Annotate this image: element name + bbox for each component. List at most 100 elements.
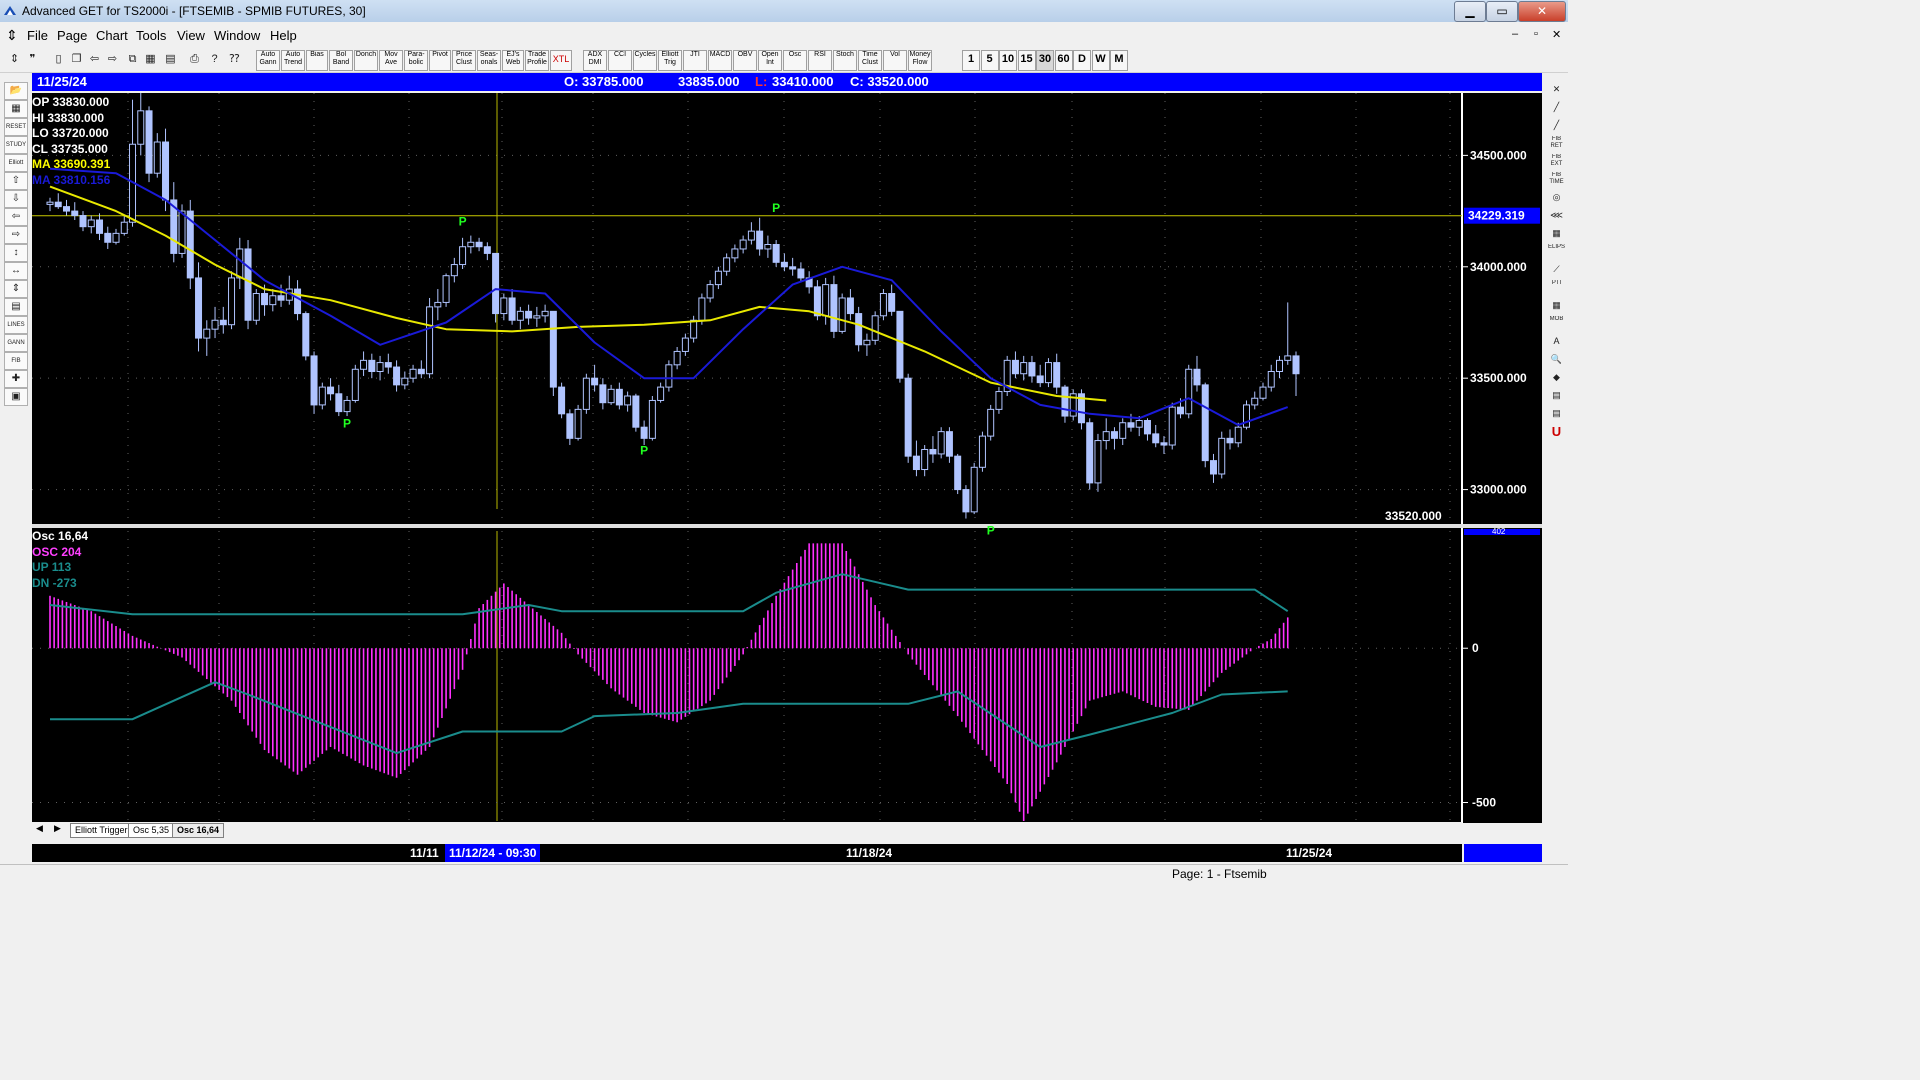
toolbar-open-int-button[interactable]: Open Int [758,50,782,71]
interval-30-button[interactable]: 30 [1036,50,1054,71]
toolbar-bol-band-button[interactable]: Bol Band [329,50,353,71]
tab-scroll-left-icon[interactable]: ◀ [36,823,43,834]
menu-view[interactable]: View [177,28,205,43]
right-tool-2-icon[interactable]: ╱ [1548,118,1565,133]
toolbar-money-flow-button[interactable]: Money Flow [908,50,932,71]
toolbar-trade-profile-button[interactable]: Trade Profile [525,50,549,71]
toolbar-ej-s-web-button[interactable]: EJ's Web [502,50,524,71]
left-tool-7-icon[interactable]: ⇦ [4,208,28,226]
copy-icon[interactable]: ❐ [68,51,85,68]
mdi-close-button[interactable]: ✕ [1552,28,1561,41]
left-tool-15-icon[interactable]: FIB [4,352,28,370]
menu-help[interactable]: Help [270,28,297,43]
right-tool-16-icon[interactable]: ◆ [1548,370,1565,385]
toolbar-mov-ave-button[interactable]: Mov Ave [379,50,403,71]
tab-scroll-right-icon[interactable]: ▶ [54,823,61,834]
window-icon[interactable]: ⧉ [124,51,141,68]
left-tool-14-icon[interactable]: GANN [4,334,28,352]
left-tool-13-icon[interactable]: LINES [4,316,28,334]
right-tool-7-icon[interactable]: ⋘ [1548,208,1565,223]
right-tool-9-icon[interactable]: ELIPS [1548,244,1565,259]
left-tool-12-icon[interactable]: ▤ [4,298,28,316]
toolbar-vol-button[interactable]: Vol [883,50,907,71]
toolbar-bias-button[interactable]: Bias [306,50,328,71]
new-page-icon[interactable]: ▯ [50,51,67,68]
left-tool-9-icon[interactable]: ↕ [4,244,28,262]
mdi-restore-button[interactable]: ▫ [1534,28,1538,40]
left-tool-16-icon[interactable]: ✚ [4,370,28,388]
toolbar-auto-trend-button[interactable]: Auto Trend [281,50,305,71]
mdi-minimize-button[interactable]: – [1512,28,1518,40]
right-tool-4-icon[interactable]: FIB EXT [1548,154,1565,169]
right-tool-12-icon[interactable]: ▦ [1548,298,1565,313]
restore-button[interactable]: ▭ [1486,1,1518,22]
toolbar-stoch-button[interactable]: Stoch [833,50,857,71]
toolbar-rsi-button[interactable]: RSI [808,50,832,71]
right-tool-10-icon[interactable]: ⟋ [1548,262,1565,277]
pointer-icon[interactable]: ⇕ [6,51,23,68]
left-tool-8-icon[interactable]: ⇨ [4,226,28,244]
right-tool-5-icon[interactable]: FIB TIME [1548,172,1565,187]
menu-file[interactable]: File [27,28,48,43]
right-tool-13-icon[interactable]: MOB [1548,316,1565,331]
toolbar-adx-dmi-button[interactable]: ADX DMI [583,50,607,71]
interval-15-button[interactable]: 15 [1017,50,1036,71]
left-tool-0-icon[interactable]: 📂 [4,82,28,100]
context-help-icon[interactable]: ⁇ [226,51,243,68]
tab-osc-16-64[interactable]: Osc 16,64 [172,823,225,838]
menu-chart[interactable]: Chart [96,28,128,43]
right-tool-3-icon[interactable]: FIB RET [1548,136,1565,151]
interval-10-button[interactable]: 10 [999,50,1017,71]
back-icon[interactable]: ⇦ [86,51,103,68]
right-tool-8-icon[interactable]: ▦ [1548,226,1565,241]
toolbar-donch-button[interactable]: Donch [354,50,378,71]
interval-5-button[interactable]: 5 [980,50,999,71]
toolbar-price-clust-button[interactable]: Price Clust [452,50,476,71]
menu-tools[interactable]: Tools [136,28,166,43]
grid-icon[interactable]: ▦ [142,51,159,68]
right-tool-6-icon[interactable]: ◎ [1548,190,1565,205]
right-tool-0-icon[interactable]: ✕ [1548,82,1565,97]
menu-page[interactable]: Page [57,28,87,43]
interval-1-button[interactable]: 1 [962,50,980,71]
right-tool-15-icon[interactable]: 🔍 [1548,352,1565,367]
tab-osc-5-35[interactable]: Osc 5,35 [128,823,175,838]
interval-60-button[interactable]: 60 [1054,50,1073,71]
right-tool-14-icon[interactable]: A [1548,334,1565,349]
quote-icon[interactable]: ❞ [24,51,41,68]
right-tool-1-icon[interactable]: ╱ [1548,100,1565,115]
chart-area[interactable]: 34500.000 34000.000 33500.000 33000.000 3422… [32,93,1542,823]
interval-w-button[interactable]: W [1091,50,1110,71]
left-tool-11-icon[interactable]: ⇕ [4,280,28,298]
toolbar-para-bolic-button[interactable]: Para-bolic [404,50,428,71]
forward-icon[interactable]: ⇨ [104,51,121,68]
right-tool-17-icon[interactable]: ▤ [1548,388,1565,403]
layout-icon[interactable]: ▤ [162,51,179,68]
tab-elliott-trigger[interactable]: Elliott Trigger [70,823,133,838]
toolbar-cci-button[interactable]: CCI [608,50,632,71]
toolbar-obv-button[interactable]: OBV [733,50,757,71]
close-button[interactable]: ✕ [1518,1,1566,22]
left-tool-2-icon[interactable]: RESET [4,118,28,136]
left-tool-1-icon[interactable]: ▦ [4,100,28,118]
toolbar-seas-onals-button[interactable]: Seas-onals [477,50,501,71]
left-tool-6-icon[interactable]: ⇩ [4,190,28,208]
chart-svg[interactable]: 34500.000 34000.000 33500.000 33000.000 3422… [32,93,1542,823]
right-tool-11-icon[interactable]: PTI [1548,280,1565,295]
left-tool-10-icon[interactable]: ↔ [4,262,28,280]
toolbar-macd-button[interactable]: MACD [708,50,732,71]
left-tool-3-icon[interactable]: STUDY [4,136,28,154]
help-icon[interactable]: ? [206,51,223,68]
left-tool-17-icon[interactable]: ▣ [4,388,28,406]
toolbar-cycles-button[interactable]: Cycles [633,50,657,71]
right-tool-19-icon[interactable]: U [1548,424,1565,439]
toolbar-elliott-trig-button[interactable]: Elliott Trig [658,50,682,71]
left-tool-4-icon[interactable]: Elliott [4,154,28,172]
toolbar-osc-button[interactable]: Osc [783,50,807,71]
left-tool-5-icon[interactable]: ⇧ [4,172,28,190]
print-icon[interactable]: ⎙ [186,51,203,68]
right-tool-18-icon[interactable]: ▤ [1548,406,1565,421]
menu-window[interactable]: Window [214,28,260,43]
toolbar-xtl-button[interactable]: XTL [550,50,572,71]
mdi-doc-icon[interactable]: ⇕ [6,27,18,44]
